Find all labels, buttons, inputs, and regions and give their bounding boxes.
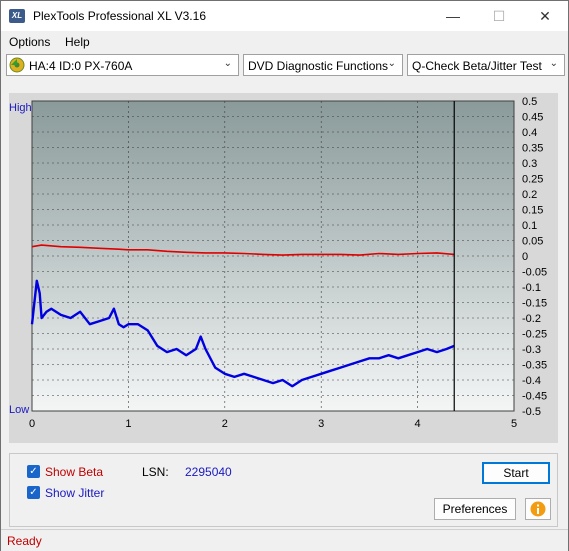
test-select[interactable]: Q-Check Beta/Jitter Test ⌄ (407, 54, 565, 76)
status-bar: Ready (1, 529, 568, 551)
y-tick-label: -0.2 (522, 313, 541, 325)
y-tick-label: 0.3 (522, 158, 537, 170)
x-tick-label: 2 (222, 418, 228, 430)
title-bar: XL PlexTools Professional XL V3.16 — ☐ ✕ (1, 1, 568, 31)
y-tick-label: 0.4 (522, 127, 537, 139)
y-tick-label: 0.35 (522, 143, 543, 155)
test-select-value: Q-Check Beta/Jitter Test (412, 59, 542, 73)
start-button[interactable]: Start (482, 462, 550, 484)
y-tick-label: -0.4 (522, 375, 541, 387)
show-jitter-label[interactable]: Show Jitter (45, 486, 104, 500)
y-tick-label: -0.5 (522, 406, 541, 418)
menu-bar: Options Help (1, 31, 568, 53)
show-jitter-checkbox[interactable]: ✓ (27, 486, 40, 499)
y-tick-label: 0.25 (522, 174, 543, 186)
minimize-button[interactable]: — (430, 1, 476, 31)
y-tick-label: 0.05 (522, 236, 543, 248)
x-tick-label: 5 (511, 418, 517, 430)
preferences-button[interactable]: Preferences (434, 498, 516, 520)
lsn-label: LSN: (142, 465, 169, 479)
y-tick-label: 0 (522, 251, 528, 263)
chevron-down-icon: ⌄ (387, 58, 396, 69)
x-tick-label: 0 (29, 418, 35, 430)
y-tick-label: -0.15 (522, 298, 547, 310)
y-tick-label: -0.35 (522, 360, 547, 372)
y-tick-label: -0.05 (522, 267, 547, 279)
low-label: Low (9, 404, 29, 416)
y-tick-label: -0.3 (522, 344, 541, 356)
high-label: High (9, 102, 32, 114)
close-button[interactable]: ✕ (522, 1, 568, 31)
x-tick-label: 4 (415, 418, 421, 430)
options-panel: ✓ Show Beta ✓ Show Jitter LSN: 2295040 S… (9, 453, 558, 527)
beta-jitter-chart: 0.5 0.45 0.4 0.35 0.3 0.25 0.2 0.15 0.1 0.05 0 -0.0… (9, 96, 547, 430)
y-tick-label: 0.2 (522, 189, 537, 201)
show-beta-label[interactable]: Show Beta (45, 465, 103, 479)
chart-panel: 0.5 0.45 0.4 0.35 0.3 0.25 0.2 0.15 0.1 0.05 0 -0.0… (9, 93, 558, 443)
chevron-down-icon: ⌄ (223, 58, 232, 69)
status-text: Ready (7, 534, 42, 548)
function-select[interactable]: DVD Diagnostic Functions ⌄ (243, 54, 403, 76)
menu-help[interactable]: Help (65, 35, 90, 49)
info-icon (530, 501, 546, 517)
info-button[interactable] (525, 498, 551, 520)
y-tick-label: -0.25 (522, 329, 547, 341)
function-select-value: DVD Diagnostic Functions (248, 59, 389, 73)
chevron-down-icon: ⌄ (549, 58, 558, 69)
drive-select[interactable]: HA:4 ID:0 PX-760A ⌄ (6, 54, 239, 76)
menu-options[interactable]: Options (9, 35, 50, 49)
drive-select-value: HA:4 ID:0 PX-760A (29, 59, 133, 73)
y-tick-label: -0.1 (522, 282, 541, 294)
y-tick-label: 0.1 (522, 220, 537, 232)
lsn-value: 2295040 (185, 465, 232, 479)
plextools-logo-icon: XL (9, 9, 25, 23)
window-title: PlexTools Professional XL V3.16 (33, 9, 206, 23)
app-window: XL PlexTools Professional XL V3.16 — ☐ ✕… (0, 0, 569, 551)
y-tick-label: 0.15 (522, 205, 543, 217)
maximize-button[interactable]: ☐ (476, 1, 522, 31)
y-tick-label: -0.45 (522, 391, 547, 403)
x-tick-label: 3 (318, 418, 324, 430)
disc-drive-icon (9, 57, 25, 73)
x-tick-label: 1 (125, 418, 131, 430)
y-tick-label: 0.45 (522, 112, 543, 124)
y-tick-label: 0.5 (522, 96, 537, 108)
show-beta-checkbox[interactable]: ✓ (27, 465, 40, 478)
